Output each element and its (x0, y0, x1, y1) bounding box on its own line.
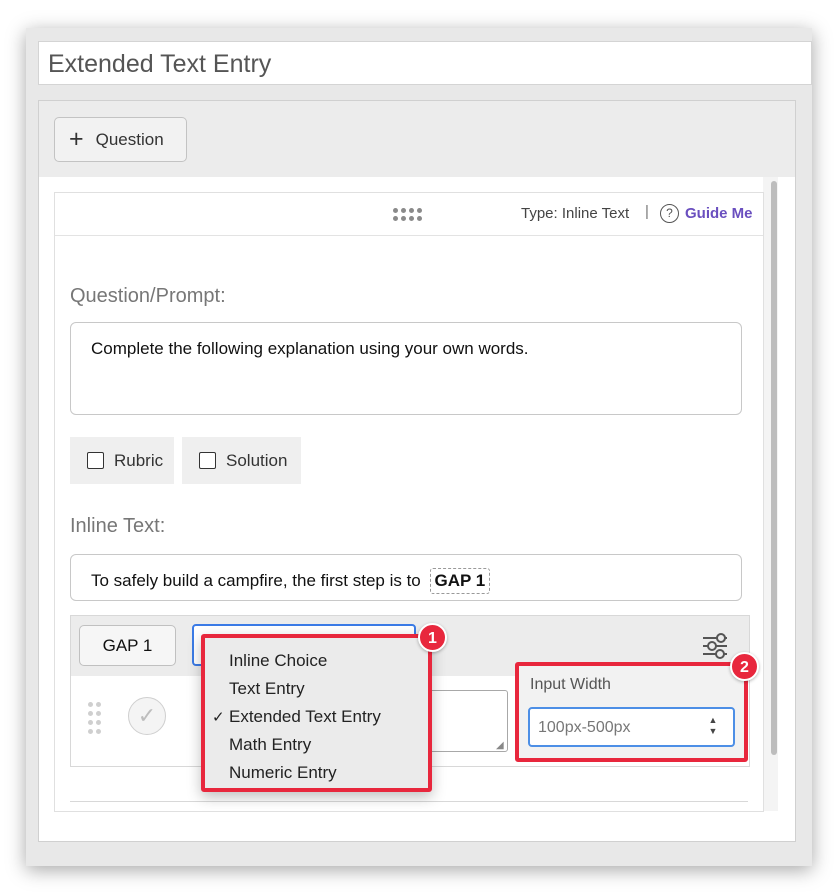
annotation-badge-2: 2 (730, 652, 759, 681)
option-inline-choice[interactable]: Inline Choice (229, 651, 327, 671)
add-question-button[interactable]: + Question (54, 117, 187, 162)
answer-textarea[interactable] (420, 690, 508, 752)
inline-text-editor[interactable]: To safely build a campfire, the first st… (70, 554, 742, 601)
select-arrows-icon[interactable]: ▲ ▼ (706, 715, 720, 739)
divider (70, 801, 748, 802)
plus-icon: + (69, 125, 84, 153)
rubric-toggle[interactable]: Rubric (70, 437, 174, 484)
option-text-entry[interactable]: Text Entry (229, 679, 305, 699)
inline-text-content: To safely build a campfire, the first st… (91, 571, 421, 590)
settings-sliders-icon[interactable] (700, 632, 730, 660)
option-extended-text-entry[interactable]: Extended Text Entry (229, 707, 381, 727)
input-width-label: Input Width (530, 676, 611, 693)
title-input[interactable]: Extended Text Entry (38, 41, 812, 85)
drag-handle-icon[interactable] (392, 207, 428, 223)
correct-check-icon[interactable]: ✓ (128, 697, 166, 735)
solution-toggle[interactable]: Solution (182, 437, 301, 484)
option-math-entry[interactable]: Math Entry (229, 735, 311, 755)
input-width-select[interactable]: 100px-500px (528, 707, 735, 747)
gap1-button[interactable]: GAP 1 (79, 625, 176, 666)
rubric-label: Rubric (114, 450, 164, 470)
resize-grip-icon[interactable]: ◢ (496, 740, 506, 751)
help-icon[interactable]: ? (660, 204, 679, 223)
solution-label: Solution (226, 450, 288, 470)
prompt-editor[interactable]: Complete the following explanation using… (70, 322, 742, 415)
gap-type-dropdown: Inline Choice Text Entry ✓ Extended Text… (201, 634, 432, 792)
selected-check-icon: ✓ (212, 709, 225, 726)
rubric-checkbox[interactable] (87, 452, 104, 469)
row-drag-handle-icon[interactable] (88, 702, 104, 734)
inline-text-label: Inline Text: (70, 515, 166, 537)
prompt-label: Question/Prompt: (70, 285, 226, 307)
solution-checkbox[interactable] (199, 452, 216, 469)
header-separator: | (645, 203, 649, 220)
option-numeric-entry[interactable]: Numeric Entry (229, 763, 337, 783)
window-footer (38, 842, 812, 854)
guide-me-link[interactable]: Guide Me (685, 205, 753, 222)
scrollbar-thumb[interactable] (771, 181, 777, 755)
question-type-label: Type: Inline Text (521, 205, 630, 222)
gap-token[interactable]: GAP 1 (429, 568, 491, 594)
annotation-badge-1: 1 (418, 623, 447, 652)
add-question-label: Question (95, 129, 164, 149)
